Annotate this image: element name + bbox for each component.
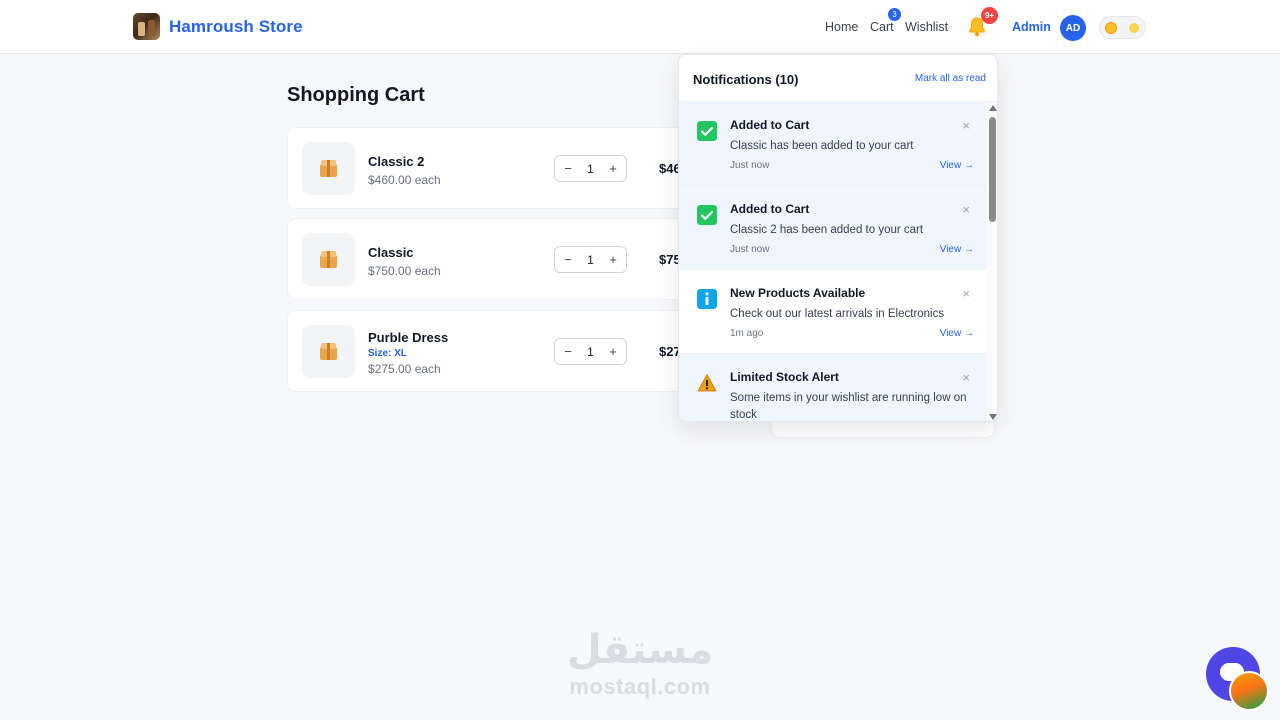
notifications-scrollbar[interactable] <box>986 102 997 421</box>
product-thumbnail <box>302 233 355 286</box>
notification-message: Check out our latest arrivals in Electro… <box>730 308 945 320</box>
quantity-stepper: − 1 + <box>554 246 627 273</box>
top-navbar: Hamroush Store Home Cart 3 Wishlist 9+ A… <box>0 0 1280 54</box>
product-unit-price: $460.00 each <box>368 173 441 187</box>
watermark-arabic: مستقل <box>566 627 714 673</box>
notifications-dropdown: Notifications (10) Mark all as read Adde… <box>678 54 998 422</box>
decrease-quantity-button[interactable]: − <box>563 161 573 176</box>
package-icon <box>320 251 337 268</box>
decrease-quantity-button[interactable]: − <box>563 344 573 359</box>
dismiss-notification-button[interactable]: × <box>962 118 970 133</box>
notification-title: Added to Cart <box>730 118 810 132</box>
decrease-quantity-button[interactable]: − <box>563 252 573 267</box>
notifications-header: Notifications (10) Mark all as read <box>679 55 997 102</box>
notification-title: New Products Available <box>730 286 866 300</box>
theme-toggle[interactable] <box>1099 16 1146 39</box>
notification-count-badge: 9+ <box>981 7 998 24</box>
product-unit-price: $275.00 each <box>368 362 441 376</box>
quantity-value: 1 <box>587 252 594 267</box>
nav-home-wrap: Home <box>825 0 858 54</box>
quantity-stepper: − 1 + <box>554 338 627 365</box>
check-square-icon <box>697 205 717 225</box>
product-thumbnail <box>302 142 355 195</box>
info-icon <box>697 289 717 309</box>
mark-all-read-button[interactable]: Mark all as read <box>915 73 986 84</box>
check-square-icon <box>697 121 717 141</box>
quantity-value: 1 <box>587 344 594 359</box>
notification-time: Just now <box>730 244 770 255</box>
increase-quantity-button[interactable]: + <box>608 252 618 267</box>
package-icon <box>320 160 337 177</box>
sun-icon <box>1105 22 1117 34</box>
package-icon <box>320 343 337 360</box>
dismiss-notification-button[interactable]: × <box>962 202 970 217</box>
product-name: Purble Dress <box>368 330 449 345</box>
notification-time: 1m ago <box>730 328 764 339</box>
notification-item[interactable]: New Products Available Check out our lat… <box>679 270 986 354</box>
scroll-up-arrow-icon[interactable] <box>989 105 997 111</box>
increase-quantity-button[interactable]: + <box>608 344 618 359</box>
quantity-stepper: − 1 + <box>554 155 627 182</box>
notification-item[interactable]: Limited Stock Alert Some items in your w… <box>679 354 986 421</box>
toggle-dot-icon <box>1129 23 1139 33</box>
notification-message: Classic 2 has been added to your cart <box>730 224 924 236</box>
scroll-down-arrow-icon[interactable] <box>989 414 997 420</box>
notification-title: Limited Stock Alert <box>730 370 839 384</box>
user-avatar[interactable]: AD <box>1060 15 1086 41</box>
nav-cart-label: Cart <box>870 20 894 34</box>
admin-link[interactable]: Admin <box>1012 20 1051 34</box>
product-name: Classic <box>368 245 414 260</box>
nav-home-link[interactable]: Home <box>825 20 858 34</box>
notification-title: Added to Cart <box>730 202 810 216</box>
cart-count-badge: 3 <box>888 8 901 21</box>
notification-item[interactable]: Added to Cart Classic 2 has been added t… <box>679 186 986 270</box>
watermark: مستقل mostaql.com <box>540 626 740 700</box>
notification-view-link[interactable]: View → <box>940 160 974 171</box>
product-name: Classic 2 <box>368 154 425 169</box>
warning-icon <box>697 374 717 392</box>
product-unit-price: $750.00 each <box>368 264 441 278</box>
store-logo <box>133 13 160 40</box>
scroll-thumb[interactable] <box>989 117 996 222</box>
product-size: Size: XL <box>368 348 407 359</box>
chat-avatar[interactable] <box>1229 671 1269 711</box>
product-thumbnail <box>302 325 355 378</box>
quantity-value: 1 <box>587 161 594 176</box>
page-title: Shopping Cart <box>287 84 425 106</box>
notification-item[interactable]: Added to Cart Classic has been added to … <box>679 102 986 186</box>
notification-time: Just now <box>730 160 770 171</box>
notification-message: Some items in your wishlist are running … <box>730 392 967 421</box>
nav-wishlist-wrap: Wishlist <box>905 0 948 54</box>
notification-view-link[interactable]: View → <box>940 328 974 339</box>
brand-name: Hamroush Store <box>169 16 303 36</box>
nav-wishlist-link[interactable]: Wishlist <box>905 20 948 34</box>
nav-cart-link[interactable]: Cart 3 <box>870 8 901 34</box>
increase-quantity-button[interactable]: + <box>608 161 618 176</box>
nav-cart-wrap: Cart 3 <box>870 0 901 54</box>
brand-link[interactable]: Hamroush Store <box>133 13 303 40</box>
dismiss-notification-button[interactable]: × <box>962 286 970 301</box>
notification-view-link[interactable]: View → <box>940 244 974 255</box>
dismiss-notification-button[interactable]: × <box>962 370 970 385</box>
notifications-title: Notifications (10) <box>693 72 799 87</box>
watermark-latin: mostaql.com <box>569 674 711 699</box>
notification-message: Classic has been added to your cart <box>730 140 914 152</box>
notifications-list: Added to Cart Classic has been added to … <box>679 102 986 421</box>
